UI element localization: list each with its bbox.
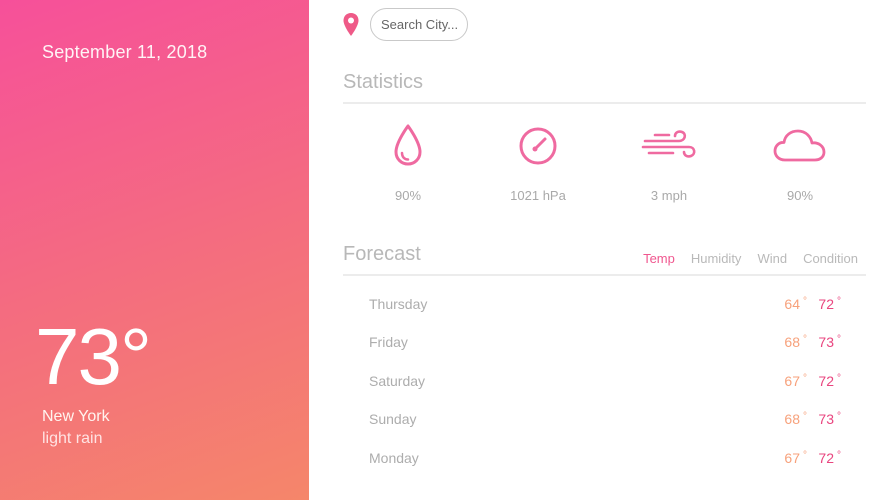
forecast-row: Friday 68 ° 73 ° bbox=[369, 334, 845, 358]
stat-cloud-value: 90% bbox=[786, 188, 814, 203]
forecast-row: Monday 67 ° 72 ° bbox=[369, 450, 845, 474]
forecast-high: 72 ° bbox=[818, 450, 841, 466]
forecast-day: Saturday bbox=[369, 373, 426, 389]
forecast-tabs: Temp Humidity Wind Condition bbox=[635, 250, 866, 276]
forecast-high: 72 ° bbox=[818, 373, 841, 389]
forecast-day: Sunday bbox=[369, 411, 417, 427]
city-name: New York bbox=[42, 408, 110, 425]
forecast-low: 67 ° bbox=[784, 373, 807, 389]
search-city-input[interactable] bbox=[370, 8, 468, 41]
tab-humidity[interactable]: Humidity bbox=[683, 250, 750, 276]
humidity-drop-icon bbox=[394, 124, 422, 166]
current-weather-panel: September 11, 2018 73° New York light ra… bbox=[0, 0, 309, 500]
forecast-low: 68 ° bbox=[784, 334, 807, 350]
tab-condition[interactable]: Condition bbox=[795, 250, 866, 276]
stat-pressure-value: 1021 hPa bbox=[510, 188, 566, 203]
forecast-row: Saturday 67 ° 72 ° bbox=[369, 373, 845, 397]
forecast-low: 64 ° bbox=[784, 296, 807, 312]
tab-wind[interactable]: Wind bbox=[749, 250, 795, 276]
pressure-gauge-icon bbox=[519, 127, 557, 165]
location-pin-icon[interactable] bbox=[342, 12, 360, 38]
forecast-low: 67 ° bbox=[784, 450, 807, 466]
current-date: September 11, 2018 bbox=[42, 42, 208, 62]
forecast-day: Monday bbox=[369, 450, 419, 466]
weather-condition: light rain bbox=[42, 430, 103, 447]
stat-humidity: 90% bbox=[353, 120, 463, 203]
forecast-low: 68 ° bbox=[784, 411, 807, 427]
cloud-icon bbox=[773, 129, 826, 162]
stat-pressure: 1021 hPa bbox=[483, 120, 593, 203]
stat-wind-value: 3 mph bbox=[650, 188, 688, 203]
stat-wind: 3 mph bbox=[614, 120, 724, 203]
wind-icon bbox=[641, 130, 696, 158]
forecast-row: Thursday 64 ° 72 ° bbox=[369, 296, 845, 320]
search-bar bbox=[342, 8, 468, 41]
stat-humidity-value: 90% bbox=[394, 188, 422, 203]
current-temperature: 73° bbox=[35, 312, 152, 401]
forecast-divider bbox=[343, 274, 866, 276]
statistics-title: Statistics bbox=[343, 71, 424, 93]
forecast-day: Friday bbox=[369, 334, 408, 350]
forecast-title: Forecast bbox=[343, 243, 421, 265]
statistics-divider bbox=[343, 102, 866, 104]
forecast-high: 73 ° bbox=[818, 334, 841, 350]
forecast-row: Sunday 68 ° 73 ° bbox=[369, 411, 845, 435]
tab-temp[interactable]: Temp bbox=[635, 250, 683, 276]
forecast-day: Thursday bbox=[369, 296, 428, 312]
forecast-high: 72 ° bbox=[818, 296, 841, 312]
stat-cloud: 90% bbox=[745, 120, 855, 203]
forecast-high: 73 ° bbox=[818, 411, 841, 427]
details-panel: Statistics 90% 1021 hPa bbox=[309, 0, 886, 500]
